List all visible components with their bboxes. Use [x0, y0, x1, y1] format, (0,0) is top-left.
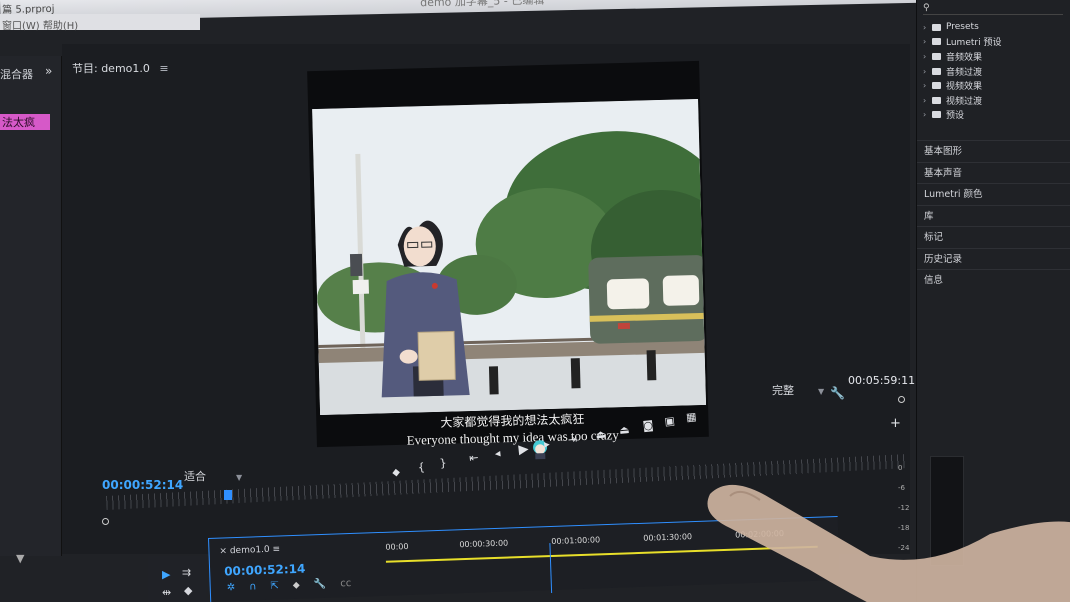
ruler-label: 00:00	[385, 542, 409, 552]
zoom-scroll-handle-left[interactable]	[102, 518, 109, 525]
add-marker-icon[interactable]: ⬥	[293, 580, 300, 591]
document-title: demo 加字幕_5 - 已编辑	[420, 0, 545, 10]
nest-icon[interactable]: ✲	[227, 582, 236, 593]
ruler-label: 00:00:30:00	[459, 538, 509, 550]
effects-list: › Presets › Lumetri 预设 › 音频效果 › 音频过渡 › 视频效果 ›…	[923, 20, 1001, 122]
effects-folder-label: 音频效果	[946, 52, 983, 63]
panel-tabs: 基本图形 基本声音 Lumetri 颜色 库 标记 历史记录 信息	[917, 140, 1070, 291]
tools-panel: ▶ ⇉ ⇹ ◆	[148, 556, 206, 602]
timeline-tool-row: ✲ ∩ ⇱ ⬥ 🔧 cc	[227, 578, 366, 593]
chevron-right-icon: ›	[923, 66, 927, 76]
zoom-fit-dropdown[interactable]: 适合 ▼	[184, 468, 242, 484]
pointing-hand-photo	[707, 484, 1070, 602]
timeline-timecode[interactable]: 00:00:52:14	[224, 562, 306, 579]
go-to-out-icon[interactable]: ⇥	[567, 433, 578, 447]
chevron-down-icon: ▼	[818, 387, 825, 396]
playback-resolution-dropdown[interactable]: 完整 ▼	[772, 382, 824, 398]
extract-icon[interactable]: ⏏	[618, 423, 630, 437]
folder-icon	[932, 52, 941, 60]
filter-icon[interactable]: ▼	[16, 552, 24, 565]
chevron-right-icon: ›	[923, 110, 927, 120]
folder-icon	[932, 38, 941, 46]
compare-view-icon[interactable]: ▣	[664, 414, 676, 428]
video-preview[interactable]: 大家都觉得我的想法太疯狂 Everyone thought my idea wa…	[307, 60, 709, 460]
current-timecode[interactable]: 00:00:52:14	[102, 478, 183, 492]
panel-menu-icon[interactable]: ≡	[159, 62, 168, 75]
program-monitor-tab[interactable]: 节目: demo1.0 ≡	[72, 60, 169, 76]
step-back-icon[interactable]: ◂	[494, 447, 501, 461]
audio-mixer-panel: 混合器 » 法太疯 ▼	[0, 56, 62, 565]
chevron-right-icon: ›	[923, 95, 927, 105]
effects-folder[interactable]: › 音频效果	[923, 49, 1001, 64]
razor-tool-icon[interactable]: ◆	[184, 584, 192, 597]
track-select-tool-icon[interactable]: ⇉	[182, 566, 191, 579]
ripple-edit-tool-icon[interactable]: ⇹	[162, 586, 171, 599]
captions-icon[interactable]: cc	[340, 578, 351, 589]
folder-icon	[932, 111, 941, 119]
mark-in-icon[interactable]: {	[417, 461, 425, 475]
panel-info[interactable]: 信息	[917, 269, 1070, 291]
export-frame-camera-icon[interactable]: ◙	[642, 418, 654, 432]
anime-scene	[312, 98, 707, 415]
go-to-in-icon[interactable]: ⇤	[469, 451, 480, 465]
video-frame-illustration	[312, 98, 707, 415]
effects-folder-label: 视频效果	[946, 82, 983, 93]
panel-essential-graphics[interactable]: 基本图形	[917, 140, 1070, 162]
ruler-label: 00:01:00:00	[551, 535, 601, 547]
panel-overflow-chevron-icon[interactable]: »	[45, 64, 52, 78]
search-icon: ⚲	[923, 3, 930, 13]
folder-icon	[932, 23, 941, 31]
effects-folder-label: 预设	[946, 111, 965, 122]
effects-folder[interactable]: › 视频过渡	[923, 93, 1001, 108]
selection-tool-icon[interactable]: ▶	[162, 568, 170, 581]
menu-bar[interactable]: 窗口(W) 帮助(H)	[0, 14, 200, 32]
panel-essential-sound[interactable]: 基本声音	[917, 161, 1070, 184]
panel-history[interactable]: 历史记录	[917, 247, 1070, 270]
zoom-scroll-handle-right[interactable]	[898, 396, 905, 403]
lift-icon[interactable]: ⏏	[595, 427, 607, 441]
mixer-title: 混合器	[0, 68, 33, 81]
effects-folder[interactable]: › Lumetri 预设	[923, 35, 1001, 50]
program-monitor-label: 节目: demo1.0	[72, 62, 150, 75]
folder-icon	[932, 67, 941, 75]
chevron-right-icon: ›	[923, 37, 927, 47]
sequence-name: demo1.0	[229, 544, 270, 557]
playback-resolution-value: 完整	[772, 384, 794, 397]
folder-icon	[932, 96, 941, 104]
effects-folder-label: Lumetri 预设	[946, 38, 1002, 49]
effects-folder[interactable]: › 音频过渡	[923, 64, 1001, 79]
panel-markers[interactable]: 标记	[917, 226, 1070, 248]
sequence-tab[interactable]: × demo1.0 ≡	[219, 544, 280, 556]
effects-folder-label: 音频过渡	[946, 67, 983, 78]
play-icon[interactable]: ▶	[518, 442, 530, 458]
zoom-fit-value: 适合	[184, 470, 206, 483]
chevron-down-icon: ▼	[236, 473, 243, 482]
monitor-playhead[interactable]	[224, 490, 232, 500]
timeline-settings-wrench-icon[interactable]: 🔧	[314, 579, 327, 590]
folder-icon	[932, 82, 941, 90]
effects-search-input[interactable]: ⚲	[923, 3, 1063, 15]
panel-lumetri-color[interactable]: Lumetri 颜色	[917, 183, 1070, 205]
button-editor-plus-icon[interactable]: +	[890, 416, 901, 431]
snap-magnet-icon[interactable]: ∩	[249, 581, 257, 592]
subtitle-clip[interactable]: 法太疯	[0, 114, 50, 130]
effects-folder-label: 视频过渡	[946, 96, 983, 107]
effects-folder[interactable]: › 预设	[923, 108, 1001, 123]
add-marker-icon[interactable]: ⬥	[392, 465, 401, 480]
duration-timecode: 00:05:59:11	[848, 374, 916, 387]
multicam-icon[interactable]: ▦	[685, 410, 697, 424]
ruler-label: 00:01:30:00	[643, 532, 693, 543]
panel-libraries[interactable]: 库	[917, 204, 1070, 227]
chevron-right-icon: ›	[923, 51, 927, 61]
effects-folder[interactable]: › Presets	[923, 20, 1001, 35]
chevron-right-icon: ›	[923, 81, 927, 91]
menu-window-help[interactable]: 窗口(W) 帮助(H)	[2, 21, 78, 32]
mark-out-icon[interactable]: }	[439, 456, 447, 470]
step-forward-icon[interactable]: ▸	[543, 437, 550, 451]
effects-folder[interactable]: › 视频效果	[923, 78, 1001, 93]
effects-folder-label: Presets	[946, 22, 979, 33]
chevron-right-icon: ›	[923, 22, 927, 32]
linked-selection-icon[interactable]: ⇱	[270, 581, 279, 592]
wrench-settings-icon[interactable]: 🔧	[830, 386, 845, 400]
